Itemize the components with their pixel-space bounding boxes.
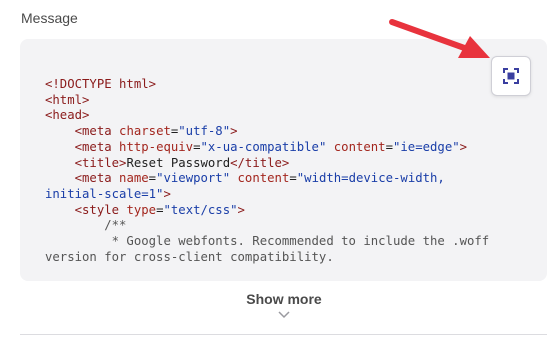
code-lines: <!DOCTYPE html> <html> <head> <meta charse… — [45, 77, 525, 265]
code-token: <head> — [45, 108, 90, 123]
code-line: <title>Reset Password</title> — [45, 156, 525, 172]
code-token: type — [126, 202, 157, 217]
code-token: > — [459, 139, 468, 154]
expand-code-button[interactable] — [491, 56, 531, 96]
code-token: <meta — [74, 139, 120, 154]
code-token: "viewport" — [156, 171, 231, 186]
code-token: /** — [45, 218, 127, 233]
code-token: content — [237, 171, 290, 186]
chevron-down-icon — [278, 311, 290, 319]
code-token: = — [385, 139, 393, 154]
code-token: http-equiv — [119, 139, 194, 154]
code-line: /** — [45, 218, 525, 234]
code-token: * Google webfonts. Recommended to includ… — [45, 234, 490, 249]
divider — [20, 334, 547, 335]
code-token: = — [193, 139, 201, 154]
code-token: = — [289, 171, 297, 186]
code-token: <meta — [74, 124, 120, 139]
code-token: "text/css" — [163, 202, 238, 217]
code-token: <style — [74, 202, 127, 217]
code-token: name — [119, 171, 149, 186]
code-token: "ie=edge" — [393, 139, 460, 154]
code-token: <html> — [45, 92, 90, 107]
code-line: <!DOCTYPE html> — [45, 77, 525, 93]
code-line: initial-scale=1"> — [45, 187, 525, 203]
code-token: > — [237, 202, 245, 217]
code-line: <meta http-equiv="x-ua-compatible" conte… — [45, 140, 525, 156]
code-token: initial-scale=1" — [45, 186, 164, 201]
message-panel: Message <!DOCTYPE html> <html> <head> <met… — [0, 0, 558, 347]
code-token: charset — [119, 124, 171, 139]
code-line: <meta name="viewport" content="width=dev… — [45, 171, 525, 187]
show-more-button[interactable]: Show more — [210, 291, 358, 329]
code-token: Reset Password — [126, 155, 231, 170]
code-token: <!DOCTYPE html> — [45, 77, 157, 91]
code-line: <style type="text/css"> — [45, 203, 525, 219]
code-token: <title> — [74, 155, 127, 170]
code-block: <!DOCTYPE html> <html> <head> <meta charse… — [20, 39, 547, 281]
code-token: = — [148, 171, 157, 186]
code-token: <meta — [74, 171, 120, 186]
code-token: "width=device-width, — [296, 171, 445, 186]
code-line: <head> — [45, 108, 525, 124]
code-token: </title> — [230, 155, 290, 170]
code-token: version for cross-client compatibility. — [45, 249, 334, 264]
code-line: version for cross-client compatibility. — [45, 250, 525, 266]
show-more-label: Show more — [246, 291, 322, 307]
code-line: <html> — [45, 93, 525, 109]
code-token: "utf-8" — [178, 124, 231, 139]
code-line: <meta charset="utf-8"> — [45, 124, 525, 140]
code-token: > — [163, 186, 171, 201]
code-line: * Google webfonts. Recommended to includ… — [45, 234, 525, 250]
code-token: content — [333, 139, 386, 154]
expand-icon — [503, 68, 519, 84]
code-token: "x-ua-compatible" — [200, 139, 327, 154]
section-label: Message — [21, 10, 78, 26]
code-token: > — [230, 124, 238, 139]
